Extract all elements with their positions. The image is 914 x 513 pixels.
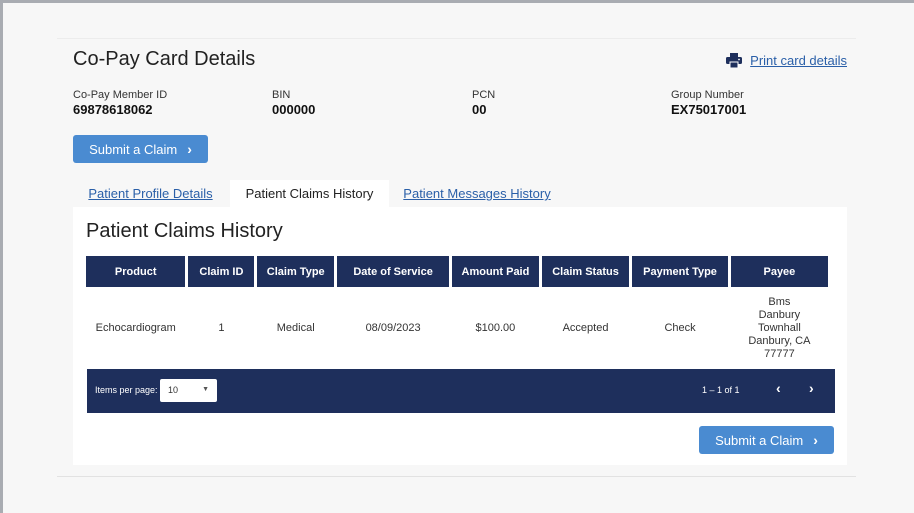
payee-line: Bms [768,295,791,308]
tab-patient-claims-history[interactable]: Patient Claims History [230,180,389,207]
claims-panel: Patient Claims History Product Claim ID … [73,207,847,465]
print-card-details-label: Print card details [750,53,847,68]
tab-bar: Patient Profile Details Patient Claims H… [73,180,847,207]
page-title: Co-Pay Card Details [73,48,256,70]
column-header-product[interactable]: Product [86,256,186,287]
claims-table: Product Claim ID Claim Type Date of Serv… [83,256,831,369]
cell-amount-paid: $100.00 [475,322,516,334]
tab-patient-profile-details[interactable]: Patient Profile Details [73,180,228,207]
cell-date-of-service: 08/09/2023 [365,322,421,334]
table-header-row: Product Claim ID Claim Type Date of Serv… [86,256,828,287]
bin-field: BIN 000000 [272,89,315,117]
table-row: Echocardiogram 1 Medical 08/09/2023 $100… [86,287,828,369]
cell-payment-type: Check [664,322,696,334]
payee-line: Townhall [757,321,801,334]
bin-label: BIN [272,89,291,101]
cell-claim-status: Accepted [562,322,609,334]
cell-claim-type: Medical [276,322,315,334]
cell-product: Echocardiogram [95,322,176,334]
caret-down-icon: ▼ [202,386,209,393]
member-id-field: Co-Pay Member ID 69878618062 [73,89,167,117]
column-header-claim-type[interactable]: Claim Type [257,256,335,287]
submit-claim-label: Submit a Claim [715,432,804,448]
claims-section-title: Patient Claims History [86,220,283,242]
items-per-page-value: 10 [168,385,179,395]
tab-patient-messages-history[interactable]: Patient Messages History [393,180,561,207]
group-number-label: Group Number [671,89,744,101]
payee-line: Danbury, CA [748,334,811,347]
column-header-date-of-service[interactable]: Date of Service [337,256,450,287]
print-card-details-link[interactable]: Print card details [726,53,847,68]
member-id-label: Co-Pay Member ID [73,89,168,101]
submit-claim-label: Submit a Claim [89,141,178,157]
cell-claim-id: 1 [218,322,225,334]
column-header-payment-type[interactable]: Payment Type [632,256,728,287]
column-header-claim-status[interactable]: Claim Status [541,256,630,287]
submit-claim-button-bottom[interactable]: Submit a Claim › [699,426,834,454]
previous-page-button[interactable]: ‹ [776,380,781,396]
submit-claim-button-top[interactable]: Submit a Claim › [73,135,208,163]
pcn-field: PCN 00 [472,89,495,117]
pcn-value: 00 [472,102,487,117]
column-header-amount-paid[interactable]: Amount Paid [452,256,539,287]
bin-value: 000000 [272,102,316,117]
column-header-payee[interactable]: Payee [730,256,828,287]
items-per-page-select[interactable]: 10 ▼ [160,379,217,402]
payee-line: 77777 [764,347,795,360]
group-number-field: Group Number EX75017001 [671,89,746,117]
items-per-page-label: Items per page: [95,385,158,395]
payee-line: Danbury [758,308,801,321]
column-header-claim-id[interactable]: Claim ID [188,256,255,287]
chevron-right-icon: › [187,141,192,157]
chevron-right-icon: › [813,432,818,448]
printer-icon [726,53,743,68]
group-number-value: EX75017001 [671,102,747,117]
pcn-label: PCN [472,89,496,101]
member-id-value: 69878618062 [73,102,153,117]
next-page-button[interactable]: › [809,380,814,396]
table-paginator: Items per page: 10 ▼ 1 – 1 of 1 ‹ › [87,369,835,413]
cell-payee: Bms Danbury Townhall Danbury, CA 77777 [731,287,828,369]
page-range-label: 1 – 1 of 1 [702,385,740,395]
